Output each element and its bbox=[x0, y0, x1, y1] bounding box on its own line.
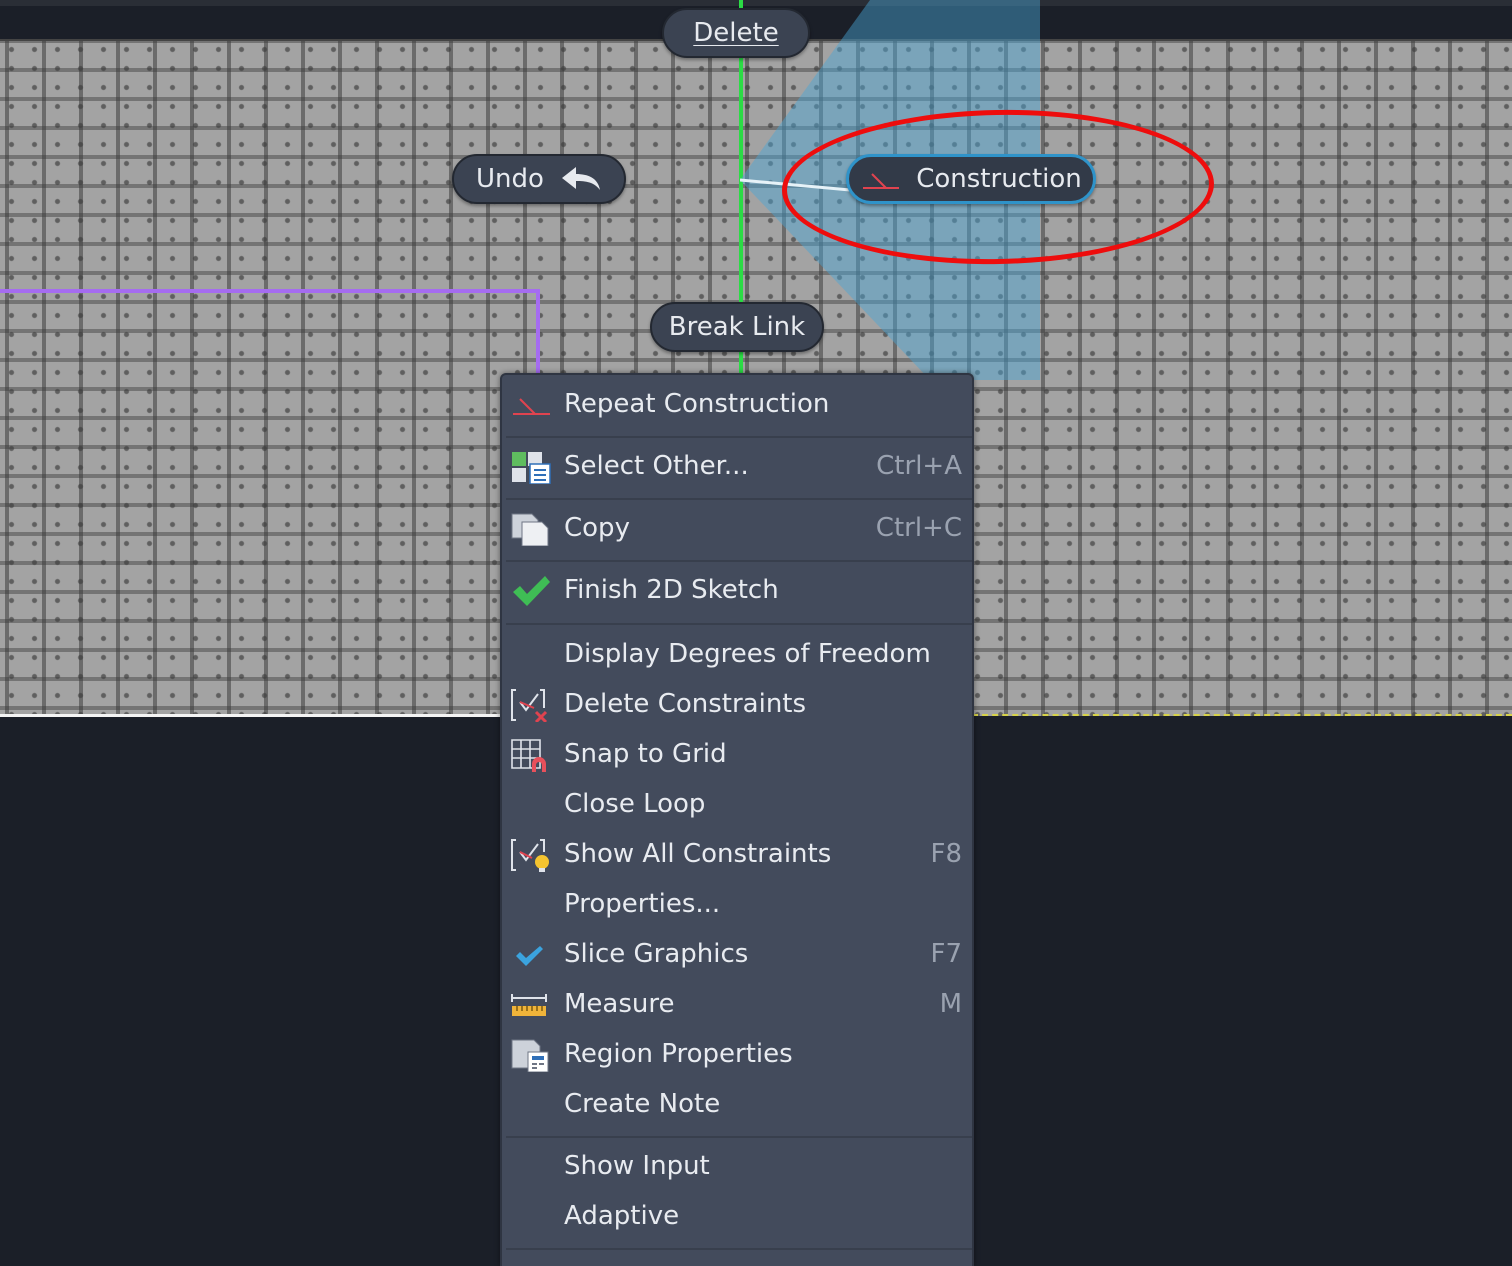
menu-item-delete-constraints[interactable]: Delete Constraints bbox=[502, 679, 972, 729]
sketch-selected-line-vertical[interactable] bbox=[536, 289, 540, 379]
menu-separator bbox=[506, 1136, 972, 1138]
menu-item-show-input[interactable]: Show Input bbox=[502, 1141, 972, 1191]
menu-item-select-other[interactable]: Select Other... Ctrl+A bbox=[502, 441, 972, 491]
break-link-label: Break Link bbox=[668, 312, 806, 342]
menu-item-label: Slice Graphics bbox=[564, 939, 749, 969]
menu-item-label: Show Input bbox=[564, 1151, 710, 1181]
menu-item-label: Copy bbox=[564, 513, 630, 543]
construction-icon bbox=[863, 173, 900, 189]
sketch-edge-dashed bbox=[972, 714, 1512, 716]
delete-button[interactable]: Delete bbox=[662, 8, 810, 58]
menu-item-shortcut: Ctrl+A bbox=[876, 451, 962, 481]
copy-icon bbox=[511, 513, 549, 546]
snap-grid-icon bbox=[511, 739, 546, 772]
menu-item-shortcut: F8 bbox=[930, 839, 963, 869]
check-icon bbox=[516, 946, 543, 966]
sketch-edge-line bbox=[0, 714, 500, 717]
undo-label: Undo bbox=[476, 164, 544, 194]
menu-item-properties[interactable]: Properties... bbox=[502, 879, 972, 929]
menu-item-snap-to-grid[interactable]: Snap to Grid bbox=[502, 729, 972, 779]
menu-item-close-loop[interactable]: Close Loop bbox=[502, 779, 972, 829]
menu-item-label: Display Degrees of Freedom bbox=[564, 639, 931, 669]
menu-separator bbox=[506, 560, 972, 562]
menu-item-label: Snap to Grid bbox=[564, 739, 727, 769]
menu-item-create-note[interactable]: Create Note bbox=[502, 1079, 972, 1129]
menu-item-label: Adaptive bbox=[564, 1201, 680, 1231]
menu-item-shortcut: F7 bbox=[930, 939, 963, 969]
break-link-button[interactable]: Break Link bbox=[650, 302, 824, 352]
menu-item-label: Delete Constraints bbox=[564, 689, 807, 719]
checkmark-icon bbox=[513, 576, 550, 606]
construction-label: Construction bbox=[916, 164, 1082, 194]
menu-separator bbox=[506, 498, 972, 500]
menu-item-label: Select Other... bbox=[564, 451, 749, 481]
select-other-icon bbox=[512, 452, 551, 484]
menu-item-slice-graphics[interactable]: Slice Graphics F7 bbox=[502, 929, 972, 979]
ruler-icon bbox=[511, 994, 547, 1016]
menu-item-adaptive[interactable]: Adaptive bbox=[502, 1191, 972, 1241]
menu-item-label: Show All Constraints bbox=[564, 839, 832, 869]
region-properties-icon bbox=[511, 1039, 549, 1072]
menu-item-measure[interactable]: Measure M bbox=[502, 979, 972, 1029]
menu-separator bbox=[506, 1248, 972, 1250]
context-menu: Repeat Construction Select Other... Ctrl… bbox=[500, 373, 974, 1266]
menu-item-show-all-constraints[interactable]: Show All Constraints F8 bbox=[502, 829, 972, 879]
construction-icon bbox=[513, 398, 550, 415]
menu-item-label: Finish 2D Sketch bbox=[564, 575, 779, 605]
menu-item-label: Repeat Construction bbox=[564, 389, 830, 419]
menu-separator bbox=[506, 623, 972, 625]
construction-button[interactable]: Construction bbox=[846, 154, 1096, 204]
menu-item-copy[interactable]: Copy Ctrl+C bbox=[502, 503, 972, 553]
show-constraints-icon bbox=[511, 839, 549, 872]
menu-item-finish-2d-sketch[interactable]: Finish 2D Sketch bbox=[502, 565, 972, 615]
menu-item-repeat-construction[interactable]: Repeat Construction bbox=[502, 379, 972, 429]
menu-item-label: Create Note bbox=[564, 1089, 721, 1119]
delete-constraints-icon bbox=[511, 689, 548, 722]
menu-item-label: Properties... bbox=[564, 889, 721, 919]
undo-button[interactable]: Undo bbox=[452, 154, 626, 204]
menu-item-label: Region Properties bbox=[564, 1039, 793, 1069]
undo-arrow-icon bbox=[561, 167, 600, 190]
menu-item-region-properties[interactable]: Region Properties bbox=[502, 1029, 972, 1079]
delete-label: Delete bbox=[693, 18, 779, 48]
menu-item-display-dof[interactable]: Display Degrees of Freedom bbox=[502, 629, 972, 679]
sketch-selected-line[interactable] bbox=[0, 289, 540, 293]
menu-item-shortcut: M bbox=[939, 989, 962, 1019]
menu-item-label: Measure bbox=[564, 989, 675, 1019]
menu-item-label: Close Loop bbox=[564, 789, 706, 819]
menu-item-shortcut: Ctrl+C bbox=[875, 513, 962, 543]
menu-separator bbox=[506, 436, 972, 438]
